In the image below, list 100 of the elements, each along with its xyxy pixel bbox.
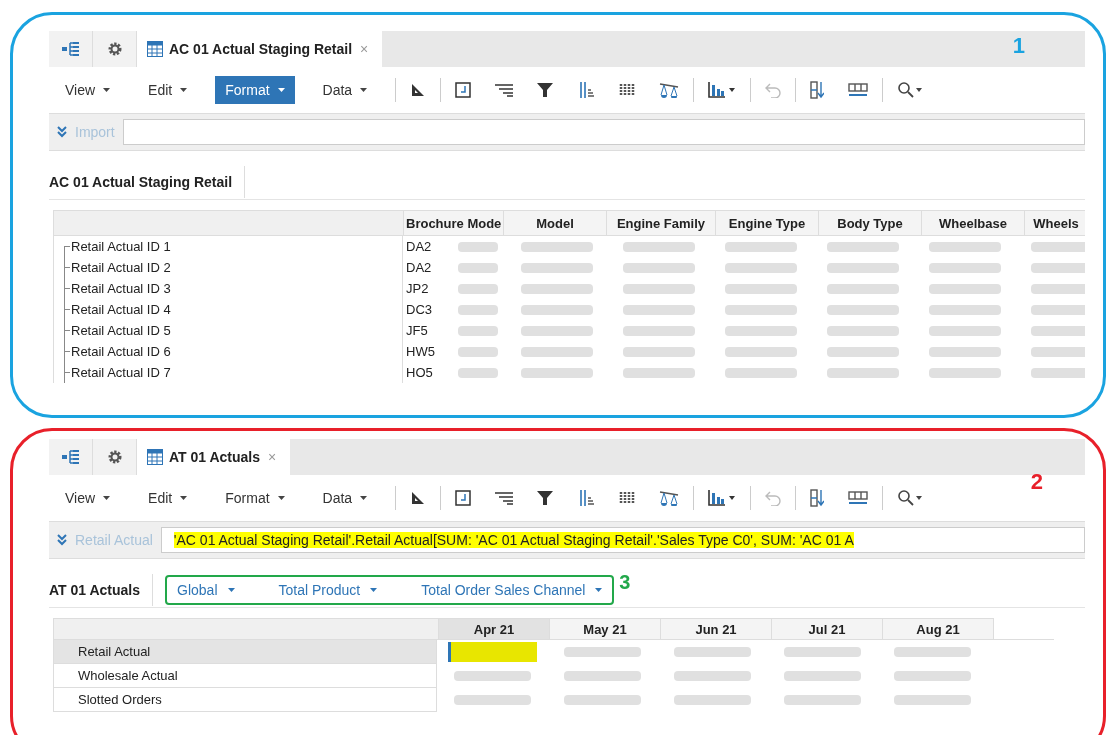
blurred-value bbox=[521, 304, 593, 315]
filter-dropdown[interactable]: Total Order Sales Channel bbox=[419, 580, 605, 600]
row-header[interactable]: Retail Actual ID 7 bbox=[53, 362, 402, 383]
blurred-value bbox=[929, 346, 1001, 357]
spreadsheet-icon bbox=[147, 449, 163, 465]
filter-dropdown[interactable]: Total Product bbox=[276, 580, 380, 600]
sheet-tab[interactable]: AC 01 Actual Staging Retail bbox=[49, 166, 246, 198]
callout-number: 2 bbox=[1030, 469, 1043, 495]
row-header[interactable]: Wholesale Actual bbox=[53, 664, 437, 688]
menu-button[interactable]: View bbox=[55, 484, 121, 512]
callout-number: 1 bbox=[1012, 33, 1025, 59]
blurred-value bbox=[827, 283, 899, 294]
blurred-value bbox=[623, 283, 695, 294]
column-header[interactable]: Wheels bbox=[1025, 210, 1085, 236]
row-header[interactable]: Retail Actual ID 4 bbox=[53, 299, 402, 320]
blurred-value bbox=[725, 304, 797, 315]
blurred-value bbox=[623, 367, 695, 378]
caret-icon bbox=[180, 88, 188, 92]
menu-button[interactable]: Data bbox=[312, 484, 378, 512]
filter-dropdown[interactable]: Global bbox=[175, 580, 237, 600]
column-header[interactable]: Brochure Mode bbox=[404, 210, 504, 236]
table-cell: JF5 bbox=[402, 320, 450, 341]
caret-icon bbox=[227, 588, 235, 592]
formula-field[interactable]: 'AC 01 Actual Staging Retail'.Retail Actual[SUM: 'AC 01 Actual Staging Retail'.'Sales Type C0', SUM: 'AC 01 A bbox=[160, 527, 1085, 553]
caret-icon bbox=[370, 588, 378, 592]
blurred-value bbox=[725, 346, 797, 357]
column-header[interactable]: May 21 bbox=[550, 618, 661, 640]
caret-icon bbox=[103, 88, 111, 92]
blurred-value bbox=[1031, 262, 1085, 273]
expand-icon[interactable] bbox=[57, 126, 67, 138]
menu-button[interactable]: Edit bbox=[138, 76, 198, 104]
table-cell: HW5 bbox=[402, 341, 450, 362]
caret-icon bbox=[360, 496, 368, 500]
column-header[interactable]: Aug 21 bbox=[883, 618, 994, 640]
row-header[interactable]: Retail Actual ID 2 bbox=[53, 257, 402, 278]
spreadsheet-icon bbox=[147, 41, 163, 57]
menu-button[interactable]: Format bbox=[215, 76, 295, 104]
blurred-value bbox=[827, 262, 899, 273]
table-cell: HO5 bbox=[402, 362, 450, 383]
caret-icon bbox=[180, 496, 188, 500]
table-cell: JP2 bbox=[402, 278, 450, 299]
callout-number: 3 bbox=[619, 571, 631, 594]
blurred-value bbox=[458, 346, 498, 357]
blurred-value bbox=[458, 325, 498, 336]
blurred-value bbox=[827, 304, 899, 315]
row-header[interactable]: Retail Actual ID 5 bbox=[53, 320, 402, 341]
blurred-value bbox=[1031, 325, 1085, 336]
column-header[interactable]: Engine Type bbox=[716, 210, 819, 236]
blurred-value bbox=[1031, 283, 1085, 294]
row-header[interactable]: Retail Actual ID 3 bbox=[53, 278, 402, 299]
row-header[interactable]: Retail Actual bbox=[53, 640, 437, 664]
menu-button[interactable]: View bbox=[55, 76, 121, 104]
sheet-tab[interactable]: AT 01 Actuals bbox=[49, 574, 154, 606]
blurred-value bbox=[623, 241, 695, 252]
column-header[interactable]: Apr 21 bbox=[439, 618, 550, 640]
blurred-value bbox=[929, 283, 1001, 294]
blurred-value bbox=[623, 304, 695, 315]
blurred-value bbox=[1031, 304, 1085, 315]
blurred-value bbox=[521, 346, 593, 357]
tab-title: AC 01 Actual Staging Retail bbox=[169, 41, 353, 57]
blurred-value bbox=[725, 325, 797, 336]
column-header[interactable]: Engine Family bbox=[607, 210, 716, 236]
blurred-value bbox=[458, 241, 498, 252]
table-cell: DC3 bbox=[402, 299, 450, 320]
column-header[interactable]: Model bbox=[504, 210, 607, 236]
blurred-value bbox=[623, 325, 695, 336]
menu-button[interactable]: Data bbox=[312, 76, 378, 104]
blurred-value bbox=[929, 304, 1001, 315]
formula-label: Retail Actual bbox=[75, 532, 153, 548]
caret-icon bbox=[360, 88, 368, 92]
formula-field[interactable] bbox=[122, 119, 1085, 145]
blurred-value bbox=[929, 367, 1001, 378]
blurred-value bbox=[1031, 367, 1085, 378]
row-header[interactable]: Slotted Orders bbox=[53, 688, 437, 712]
caret-icon bbox=[103, 496, 111, 500]
blurred-value bbox=[827, 241, 899, 252]
caret-icon bbox=[595, 588, 603, 592]
formula-label: Import bbox=[75, 124, 115, 140]
column-header[interactable]: Jun 21 bbox=[661, 618, 772, 640]
settings-icon[interactable] bbox=[93, 439, 137, 475]
menu-button[interactable]: Format bbox=[215, 484, 295, 512]
tree-icon[interactable] bbox=[49, 31, 93, 67]
menu-button[interactable]: Edit bbox=[138, 484, 198, 512]
blurred-value bbox=[458, 262, 498, 273]
settings-icon[interactable] bbox=[93, 31, 137, 67]
row-header[interactable]: Retail Actual ID 1 bbox=[53, 236, 402, 257]
column-header[interactable]: Body Type bbox=[819, 210, 922, 236]
tab-title: AT 01 Actuals bbox=[169, 449, 261, 465]
column-header[interactable]: Jul 21 bbox=[772, 618, 883, 640]
blurred-value bbox=[725, 262, 797, 273]
blurred-value bbox=[458, 283, 498, 294]
blurred-value bbox=[929, 325, 1001, 336]
tree-icon[interactable] bbox=[49, 439, 93, 475]
blurred-value bbox=[725, 367, 797, 378]
table-cell: DA2 bbox=[402, 236, 450, 257]
expand-icon[interactable] bbox=[57, 534, 67, 546]
blurred-value bbox=[623, 262, 695, 273]
column-header[interactable]: Wheelbase bbox=[922, 210, 1025, 236]
row-header[interactable]: Retail Actual ID 6 bbox=[53, 341, 402, 362]
blurred-value bbox=[458, 304, 498, 315]
